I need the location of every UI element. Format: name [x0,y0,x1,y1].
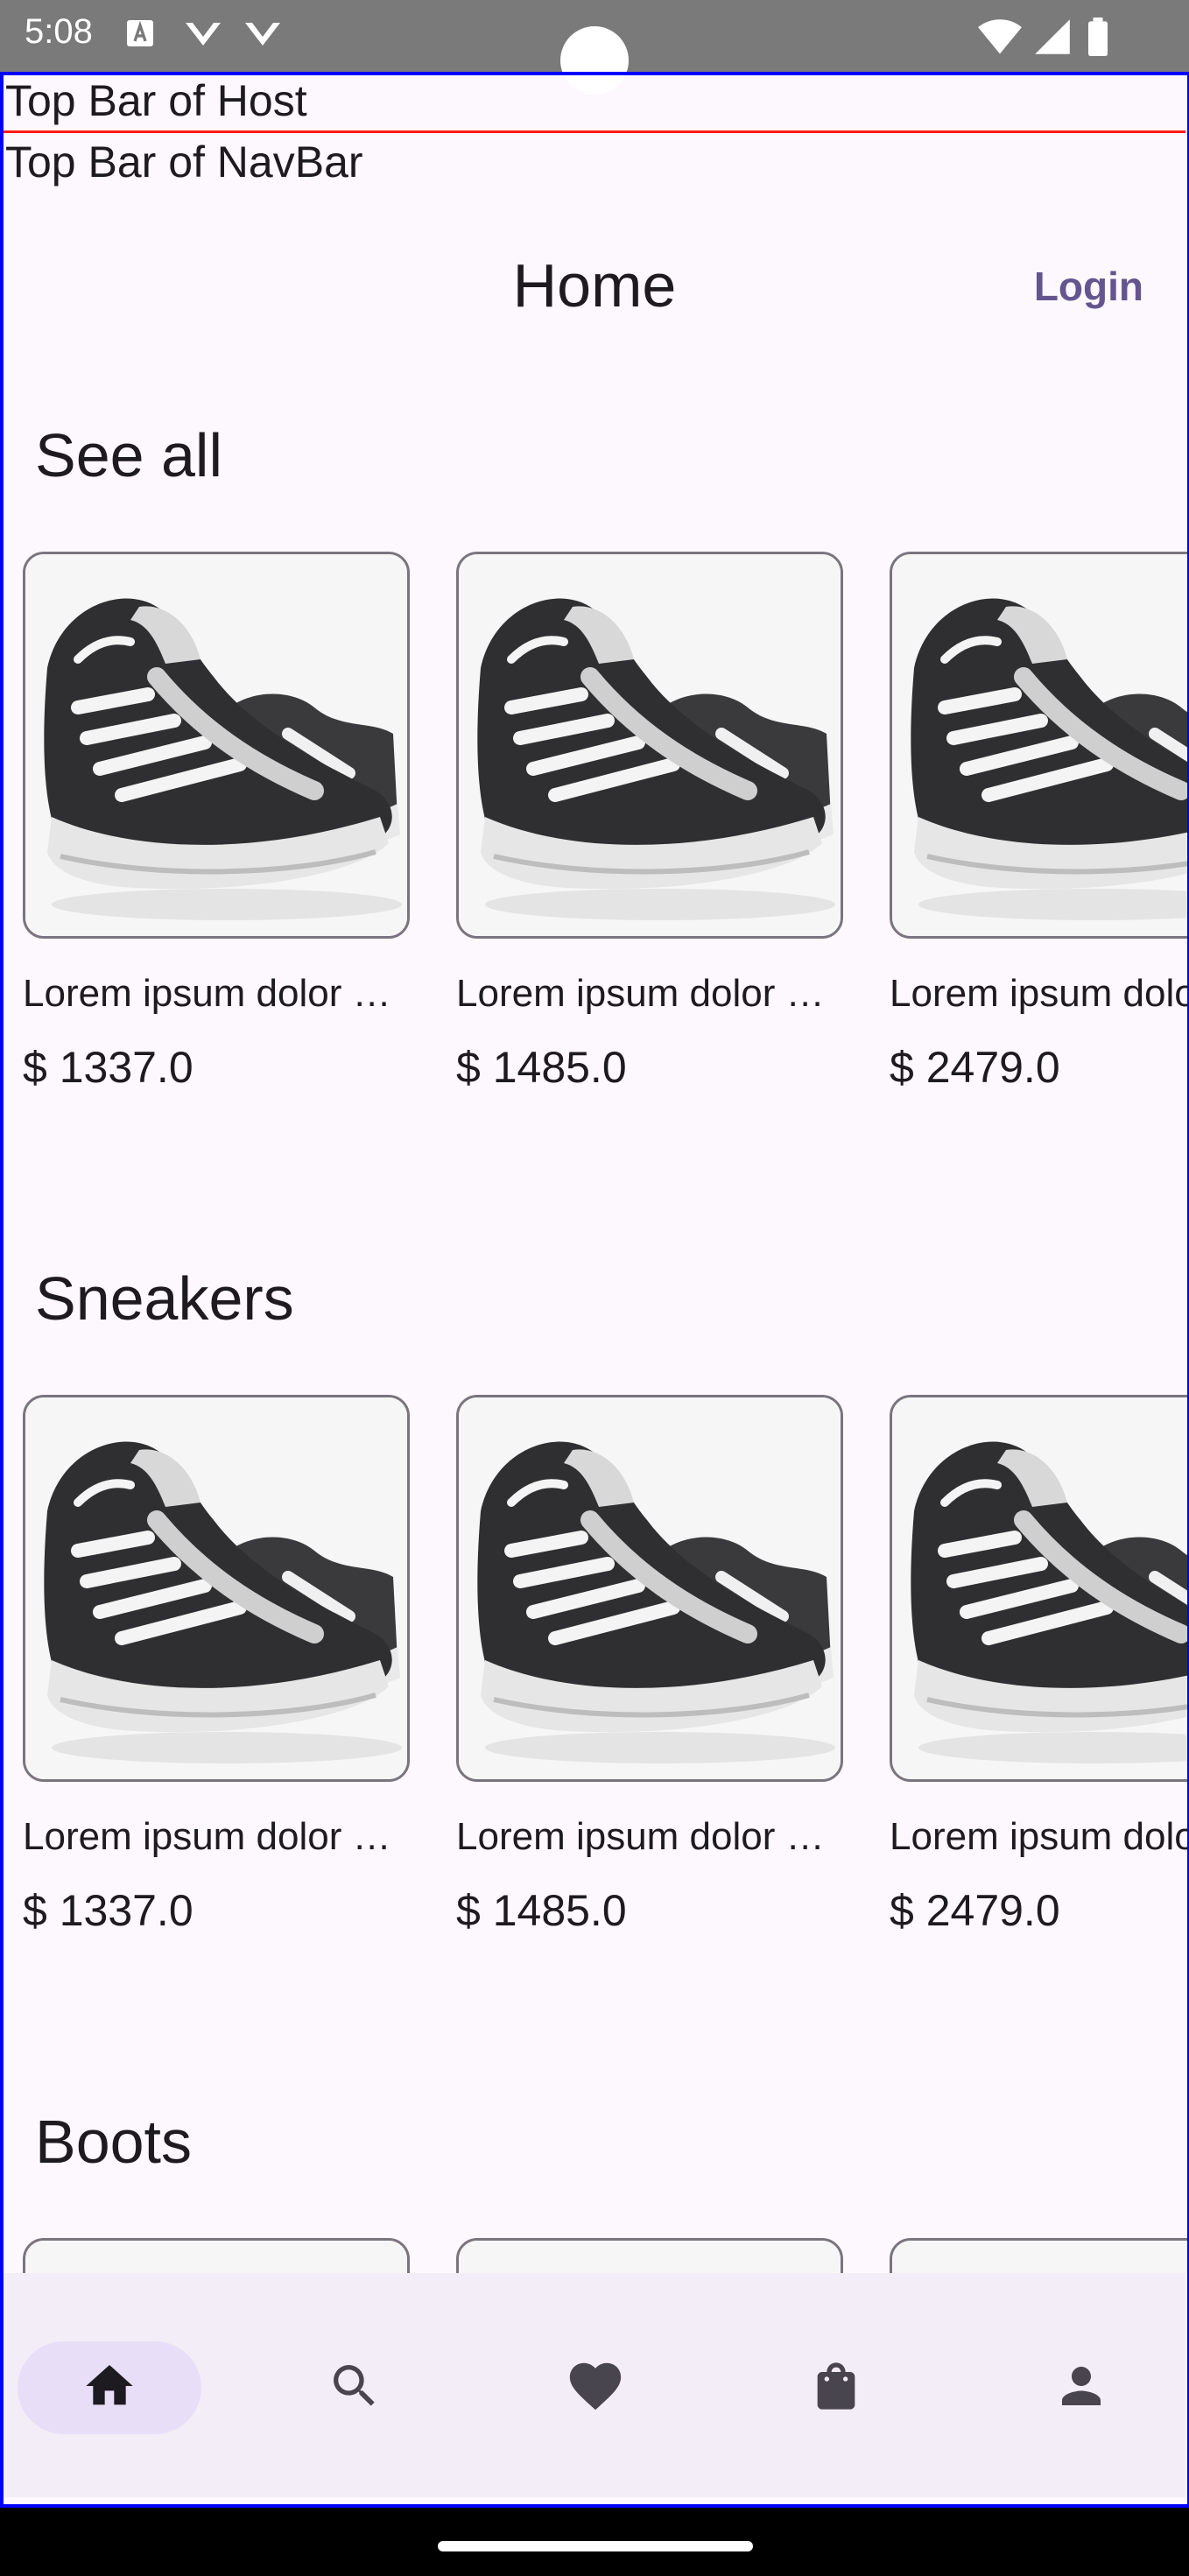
product-image [890,552,1189,939]
product-name: Lorem ipsum dolor sit amet [456,1815,838,1858]
debug-divider [4,130,1185,133]
chevron-down-icon [242,18,284,57]
heart-icon [565,2355,626,2421]
product-price: $ 2479.0 [890,1886,1060,1935]
product-card[interactable]: Lorem ipsum dolor sit amet $ 1337.0 [23,1395,410,1936]
product-price: $ 2479.0 [890,1043,1060,1092]
product-name: Lorem ipsum dolor sit amet [456,972,838,1015]
product-image [23,552,410,939]
system-navigation-bar [0,2504,1189,2576]
product-price: $ 1485.0 [456,1043,627,1092]
section-boots: Boots [0,2107,1189,2273]
section-title[interactable]: Boots [35,2107,192,2177]
host-top-bar-label: Top Bar of Host [5,76,307,125]
navbar-top-bar-label: Top Bar of NavBar [5,137,363,187]
page-title: Home [512,251,677,320]
nav-item-profile[interactable] [989,2341,1173,2434]
product-card[interactable]: Lorem ipsum dolor sit amet $ 1485.0 [456,1395,843,1936]
section-title[interactable]: Sneakers [35,1263,294,1334]
battery-icon [1086,18,1110,60]
person-icon [1052,2357,1110,2419]
status-bar: 5:08 [0,0,1189,95]
product-image [456,2238,843,2273]
product-image [890,2238,1189,2273]
wifi-icon [977,18,1023,60]
search-icon [327,2358,383,2418]
section-see-all: See all Lorem ipsum dolor sit amet $ 133… [0,420,1189,1138]
product-name: Lorem ipsum dolor sit amet [890,1815,1189,1858]
nav-item-cart[interactable] [744,2341,928,2434]
product-name: Lorem ipsum dolor sit amet [890,972,1189,1015]
signal-icon [1033,18,1072,60]
text-a-icon [124,18,156,53]
product-image [456,1395,843,1782]
home-icon [81,2358,137,2418]
product-name: Lorem ipsum dolor sit amet [23,972,405,1015]
product-image [23,1395,410,1782]
product-price: $ 1337.0 [23,1043,193,1092]
product-name: Lorem ipsum dolor sit amet [23,1815,405,1858]
product-card[interactable] [23,2238,410,2273]
product-image [890,1395,1189,1782]
shopping-bag-icon [808,2358,864,2418]
status-time: 5:08 [25,12,93,51]
home-gesture-handle[interactable] [438,2541,753,2551]
section-title[interactable]: See all [35,420,222,490]
chevron-down-icon [182,18,224,57]
section-sneakers: Sneakers Lorem ipsum dolor sit amet $ 13… [0,1263,1189,1981]
product-card[interactable] [456,2238,843,2273]
product-card[interactable]: Lorem ipsum dolor sit amet $ 2479.0 [890,552,1189,1093]
nav-item-search[interactable] [263,2341,447,2434]
product-price: $ 1485.0 [456,1886,627,1935]
product-card[interactable]: Lorem ipsum dolor sit amet $ 1337.0 [23,552,410,1093]
product-card[interactable]: Lorem ipsum dolor sit amet $ 2479.0 [890,1395,1189,1936]
product-price: $ 1337.0 [23,1886,193,1935]
product-image [456,552,843,939]
nav-item-favorites[interactable] [503,2341,687,2434]
nav-item-home[interactable] [18,2341,201,2434]
camera-cutout [560,26,629,95]
login-button[interactable]: Login [1034,263,1143,310]
product-card[interactable]: Lorem ipsum dolor sit amet $ 1485.0 [456,552,843,1093]
product-card[interactable] [890,2238,1189,2273]
product-image [23,2238,410,2273]
bottom-navigation-bar [4,2273,1185,2497]
